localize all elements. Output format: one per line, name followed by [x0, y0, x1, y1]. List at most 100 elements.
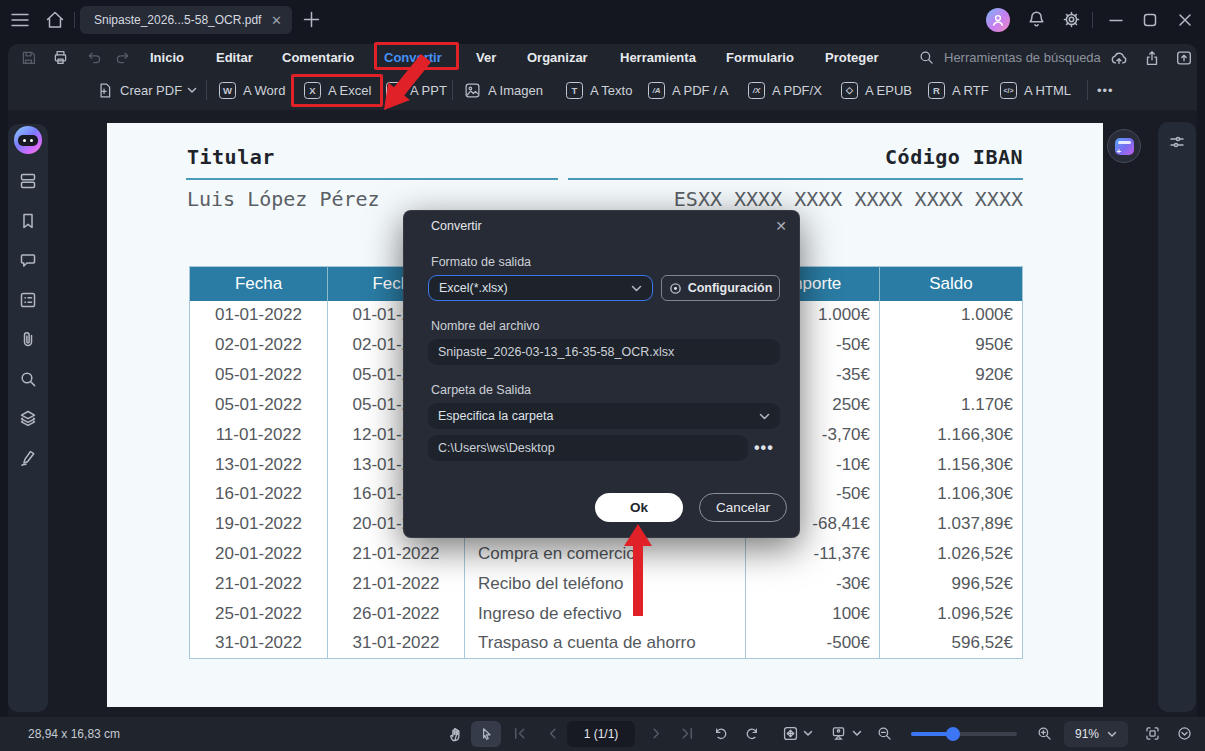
hand-tool-icon[interactable]: [447, 725, 465, 743]
table-cell: 596,52€: [880, 629, 1023, 659]
table-cell: 19-01-2022: [190, 509, 328, 539]
table-cell: 11-01-2022: [190, 420, 328, 450]
rule-line: [186, 178, 558, 180]
table-cell: 26-01-2022: [328, 599, 465, 629]
undo-icon[interactable]: [86, 49, 103, 66]
convert-epub-button[interactable]: ◇A EPUB: [841, 70, 912, 110]
convert-rtf-button[interactable]: RA RTF: [928, 70, 989, 110]
format-label: Formato de salida: [431, 255, 531, 269]
new-tab-button[interactable]: [302, 10, 321, 29]
bookmark-icon[interactable]: [18, 211, 38, 231]
hamburger-menu-icon[interactable]: [10, 11, 30, 29]
zoom-out-icon[interactable]: [876, 725, 893, 742]
more-tools-button[interactable]: •••: [1097, 70, 1114, 110]
titular-value: Luis López Pérez: [187, 187, 380, 211]
convert-word-button[interactable]: WA Word: [219, 70, 285, 110]
signature-icon[interactable]: [18, 448, 38, 468]
share-icon[interactable]: [1143, 49, 1161, 67]
fit-page-icon[interactable]: [782, 725, 799, 742]
reading-mode-chevron-icon[interactable]: [852, 730, 862, 737]
convert-image-button[interactable]: A Imagen: [464, 70, 543, 110]
search-icon[interactable]: [918, 49, 935, 66]
dialog-close-icon[interactable]: ✕: [775, 218, 787, 234]
tab-close-icon[interactable]: ✕: [271, 13, 282, 28]
convert-texto-button[interactable]: TA Texto: [566, 70, 632, 110]
configuration-button[interactable]: Configuración: [661, 275, 780, 301]
annotation-box-a-excel: [291, 74, 383, 107]
table-cell: 1.156,30€: [880, 450, 1023, 480]
table-cell: 01-01-2022: [190, 301, 328, 331]
close-window-button[interactable]: [1174, 10, 1196, 30]
convert-pdfx-button[interactable]: /XA PDF/X: [748, 70, 822, 110]
folder-select[interactable]: Especifica la carpeta: [428, 403, 780, 429]
layers-icon[interactable]: [18, 408, 38, 428]
cloud-upload-icon[interactable]: [1110, 49, 1128, 67]
menu-item-organizar[interactable]: Organizar: [527, 44, 588, 70]
properties-sliders-icon[interactable]: [1167, 132, 1187, 152]
toolbar-separator: [452, 80, 453, 100]
rotate-right-icon[interactable]: [744, 725, 761, 742]
form-field-icon[interactable]: [18, 290, 38, 310]
user-avatar[interactable]: [986, 8, 1010, 32]
page-number-indicator[interactable]: 1 (1/1): [567, 721, 635, 747]
ai-assistant-icon[interactable]: [14, 126, 42, 154]
first-page-icon[interactable]: [512, 726, 527, 741]
table-cell: -500€: [746, 629, 880, 659]
browse-folder-button[interactable]: •••: [754, 435, 774, 461]
attachment-icon[interactable]: [18, 329, 38, 349]
filename-input[interactable]: Snipaste_2026-03-13_16-35-58_OCR.xlsx: [428, 339, 780, 365]
path-input[interactable]: C:\Users\ws\Desktop: [428, 435, 748, 461]
menu-item-editar[interactable]: Editar: [216, 44, 253, 70]
ok-button[interactable]: Ok: [595, 493, 683, 522]
document-tab[interactable]: Snipaste_2026...5-58_OCR.pdf ✕: [80, 6, 292, 34]
menu-item-herramienta[interactable]: Herramienta: [620, 44, 696, 70]
save-icon[interactable]: [20, 49, 37, 66]
create-pdf-button[interactable]: Crear PDF: [96, 70, 197, 110]
last-page-icon[interactable]: [680, 726, 695, 741]
zoom-level-label: 91%: [1075, 727, 1099, 741]
home-button[interactable]: [44, 9, 66, 31]
maximize-button[interactable]: [1139, 10, 1161, 30]
comment-icon[interactable]: [18, 250, 38, 270]
reading-mode-icon[interactable]: [830, 725, 847, 742]
table-cell: 20-01-2022: [190, 539, 328, 569]
menu-item-comentario[interactable]: Comentario: [282, 44, 354, 70]
print-icon[interactable]: [52, 49, 69, 66]
fit-page-chevron-icon[interactable]: [803, 730, 813, 737]
menu-item-ver[interactable]: Ver: [476, 44, 496, 70]
menu-item-formulario[interactable]: Formulario: [726, 44, 794, 70]
search-input[interactable]: Herramientas de búsqueda: [944, 50, 1101, 65]
iban-value: ESXX XXXX XXXX XXXX XXXX XXXX: [674, 187, 1023, 211]
page-thumbnails-icon[interactable]: [18, 171, 38, 191]
redo-icon[interactable]: [114, 49, 131, 66]
table-cell: 31-01-2022: [190, 629, 328, 659]
convert-pdfa-button[interactable]: /AA PDF / A: [648, 70, 728, 110]
table-row: 20-01-202221-01-2022Compra en comercio-1…: [190, 539, 1023, 569]
menu-item-inicio[interactable]: Inicio: [150, 44, 184, 70]
settings-gear-icon[interactable]: [1061, 9, 1082, 30]
filename-value: Snipaste_2026-03-13_16-35-58_OCR.xlsx: [438, 345, 674, 359]
select-tool-button[interactable]: [471, 721, 501, 747]
zoom-in-icon[interactable]: [1036, 725, 1053, 742]
collapse-toolbar-icon[interactable]: [1175, 49, 1193, 67]
menu-item-proteger[interactable]: Proteger: [825, 44, 878, 70]
convert-html-button[interactable]: </>A HTML: [1000, 70, 1071, 110]
notifications-bell-icon[interactable]: [1026, 9, 1047, 30]
fullscreen-icon[interactable]: [1144, 725, 1161, 742]
convert-ppt-button[interactable]: PA PPT: [386, 70, 447, 110]
expand-statusbar-icon[interactable]: [1176, 725, 1193, 742]
ai-files-fab[interactable]: [1107, 129, 1141, 163]
cancel-button[interactable]: Cancelar: [699, 493, 787, 522]
rule-line: [568, 178, 1023, 180]
zoom-slider-handle[interactable]: [946, 727, 960, 741]
format-select[interactable]: Excel(*.xlsx): [428, 275, 653, 301]
previous-page-icon[interactable]: [545, 726, 560, 741]
minimize-button[interactable]: [1105, 10, 1127, 30]
table-cell: -11,37€: [746, 539, 880, 569]
search-icon[interactable]: [18, 369, 38, 389]
rotate-left-icon[interactable]: [712, 725, 729, 742]
zoom-level-selector[interactable]: 91%: [1064, 721, 1128, 747]
table-cell: 1.037,89€: [880, 509, 1023, 539]
path-value: C:\Users\ws\Desktop: [438, 441, 555, 455]
next-page-icon[interactable]: [649, 726, 664, 741]
